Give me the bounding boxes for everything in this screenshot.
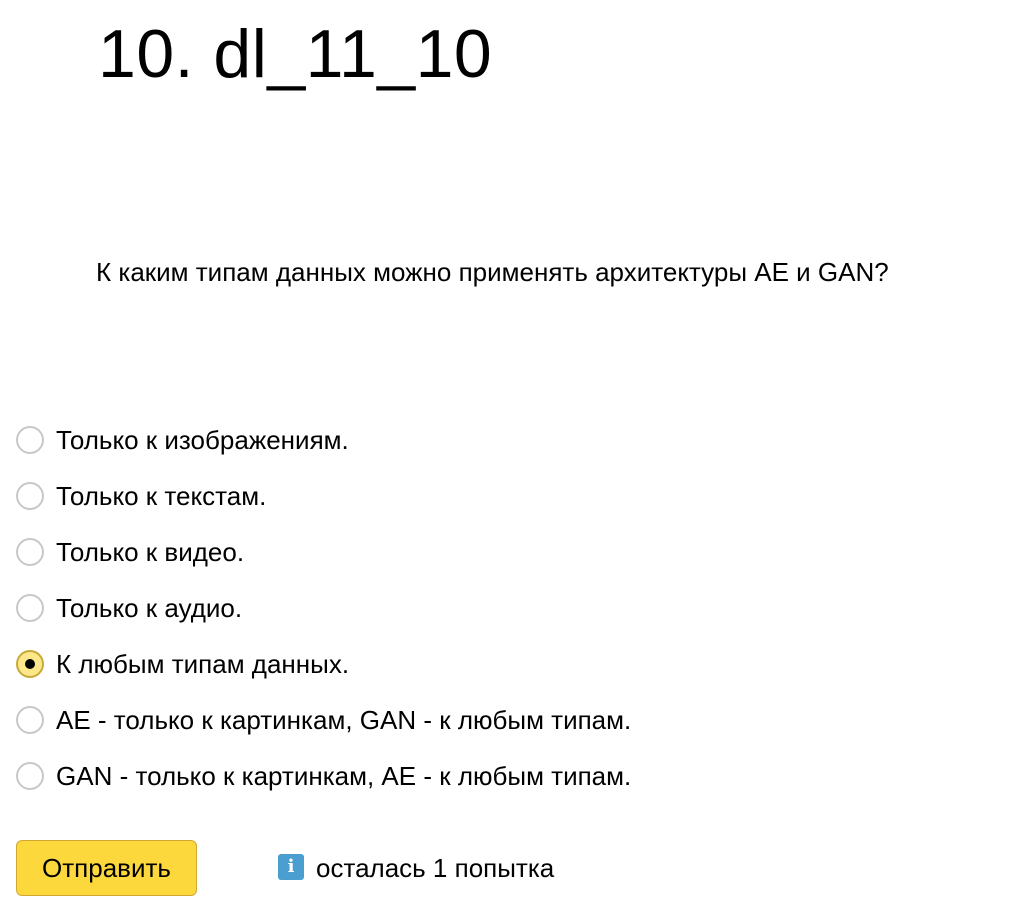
radio-button[interactable]	[16, 538, 44, 566]
answer-option-label[interactable]: К любым типам данных.	[56, 648, 349, 680]
answer-option[interactable]: Только к аудио.	[16, 580, 631, 636]
radio-selected-dot	[25, 659, 35, 669]
answer-option-label[interactable]: AE - только к картинкам, GAN - к любым т…	[56, 704, 631, 736]
radio-button[interactable]	[16, 426, 44, 454]
answer-option[interactable]: Только к изображениям.	[16, 412, 631, 468]
answer-option[interactable]: AE - только к картинкам, GAN - к любым т…	[16, 692, 631, 748]
answer-option-label[interactable]: Только к текстам.	[56, 480, 266, 512]
radio-button[interactable]	[16, 594, 44, 622]
radio-button[interactable]	[16, 650, 44, 678]
submit-button[interactable]: Отправить	[16, 840, 197, 896]
answer-option[interactable]: GAN - только к картинкам, AE - к любым т…	[16, 748, 631, 804]
info-icon: i	[278, 854, 304, 880]
radio-button[interactable]	[16, 762, 44, 790]
attempts-remaining-text: осталась 1 попытка	[316, 853, 555, 883]
answer-option-label[interactable]: GAN - только к картинкам, AE - к любым т…	[56, 760, 631, 792]
answer-option-label[interactable]: Только к изображениям.	[56, 424, 349, 456]
answer-option-label[interactable]: Только к видео.	[56, 536, 244, 568]
answer-option[interactable]: Только к видео.	[16, 524, 631, 580]
question-text: К каким типам данных можно применять арх…	[96, 257, 889, 287]
answer-option[interactable]: Только к текстам.	[16, 468, 631, 524]
answer-option-label[interactable]: Только к аудио.	[56, 592, 242, 624]
page-title: 10. dl_11_10	[98, 16, 493, 92]
radio-button[interactable]	[16, 482, 44, 510]
radio-button[interactable]	[16, 706, 44, 734]
answer-option[interactable]: К любым типам данных.	[16, 636, 631, 692]
answer-options: Только к изображениям. Только к текстам.…	[16, 412, 631, 804]
attempts-info: i осталась 1 попытка	[278, 852, 554, 884]
